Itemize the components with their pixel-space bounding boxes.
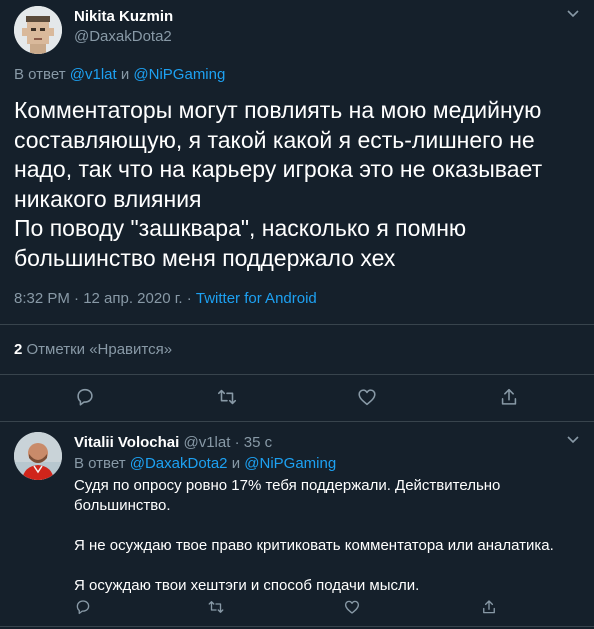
like-icon[interactable] <box>356 386 378 408</box>
tweet-text: Комментаторы могут повлиять на мою медий… <box>14 96 584 273</box>
share-icon[interactable] <box>480 598 498 616</box>
tweet-text-line: составляющую, я такой какой я есть-лишне… <box>14 126 535 153</box>
tweet-text-line: надо, так что на карьеру игрока это не о… <box>14 156 543 182</box>
tweet-text-line: большинство меня поддержало хех <box>14 244 396 271</box>
reply-paragraph: Я не осуждаю твое право критиковать комм… <box>74 537 554 554</box>
reply-mention-2[interactable]: @NiPGaming <box>133 66 225 83</box>
author-handle[interactable]: @DaxakDota2 <box>74 28 172 45</box>
reply-paragraph: Я осуждаю твои хештэги и способ подачи м… <box>74 577 420 594</box>
author-name[interactable]: Nikita Kuzmin <box>74 8 173 25</box>
reply-text: Судя по опросу ровно 17% тебя поддержали… <box>74 476 584 616</box>
chevron-down-icon[interactable] <box>566 432 580 446</box>
author-handle[interactable]: @v1lat <box>183 434 230 451</box>
reply-mention-2[interactable]: @NiPGaming <box>244 455 336 472</box>
tweet-time[interactable]: 35 с <box>244 434 272 451</box>
reply-prefix: В ответ <box>74 455 126 472</box>
tweet-source[interactable]: Twitter for Android <box>196 290 317 307</box>
reply-line: большинство. <box>74 497 171 514</box>
separator: · <box>234 434 240 451</box>
avatar[interactable] <box>14 432 62 480</box>
reply-joiner: и <box>120 66 130 83</box>
chevron-down-icon[interactable] <box>566 6 580 20</box>
retweet-icon[interactable] <box>207 598 225 616</box>
tweet-text-line: никакого влияния <box>14 185 202 212</box>
share-icon[interactable] <box>498 386 520 408</box>
reply-header: Vitalii Volochai @v1lat · 35 с <box>74 434 272 451</box>
reply-line: Судя по опросу ровно 17% тебя поддержали… <box>74 477 501 494</box>
like-icon[interactable] <box>343 598 361 616</box>
author-name[interactable]: Vitalii Volochai <box>74 434 179 451</box>
divider <box>0 626 594 627</box>
tweet-text-line: По поводу "зашквара", насколько я помню <box>14 215 467 241</box>
reply-mention-1[interactable]: @v1lat <box>70 66 117 83</box>
divider <box>0 421 594 422</box>
divider <box>0 324 594 325</box>
reply-joiner: и <box>231 455 241 472</box>
reply-context: В ответ @DaxakDota2 и @NiPGaming <box>74 455 336 472</box>
reply-paragraph: Судя по опросу ровно 17% тебя поддержали… <box>74 476 584 516</box>
tweet-time[interactable]: 8:32 PM · 12 апр. 2020 г. · <box>14 290 192 307</box>
tweet-meta: 8:32 PM · 12 апр. 2020 г. · Twitter for … <box>14 290 317 307</box>
reply-icon[interactable] <box>74 386 96 408</box>
retweet-icon[interactable] <box>216 386 238 408</box>
reply-icon[interactable] <box>74 598 92 616</box>
likes-stat[interactable]: 2 Отметки «Нравится» <box>14 341 172 358</box>
likes-label: Отметки «Нравится» <box>26 341 173 358</box>
avatar[interactable] <box>14 6 62 54</box>
reply-context: В ответ @v1lat и @NiPGaming <box>14 66 225 83</box>
divider <box>0 374 594 375</box>
reply-mention-1[interactable]: @DaxakDota2 <box>130 455 228 472</box>
tweet-text-line: Комментаторы могут повлиять на мою медий… <box>14 97 542 123</box>
reply-prefix: В ответ <box>14 66 66 83</box>
likes-count: 2 <box>14 341 23 358</box>
